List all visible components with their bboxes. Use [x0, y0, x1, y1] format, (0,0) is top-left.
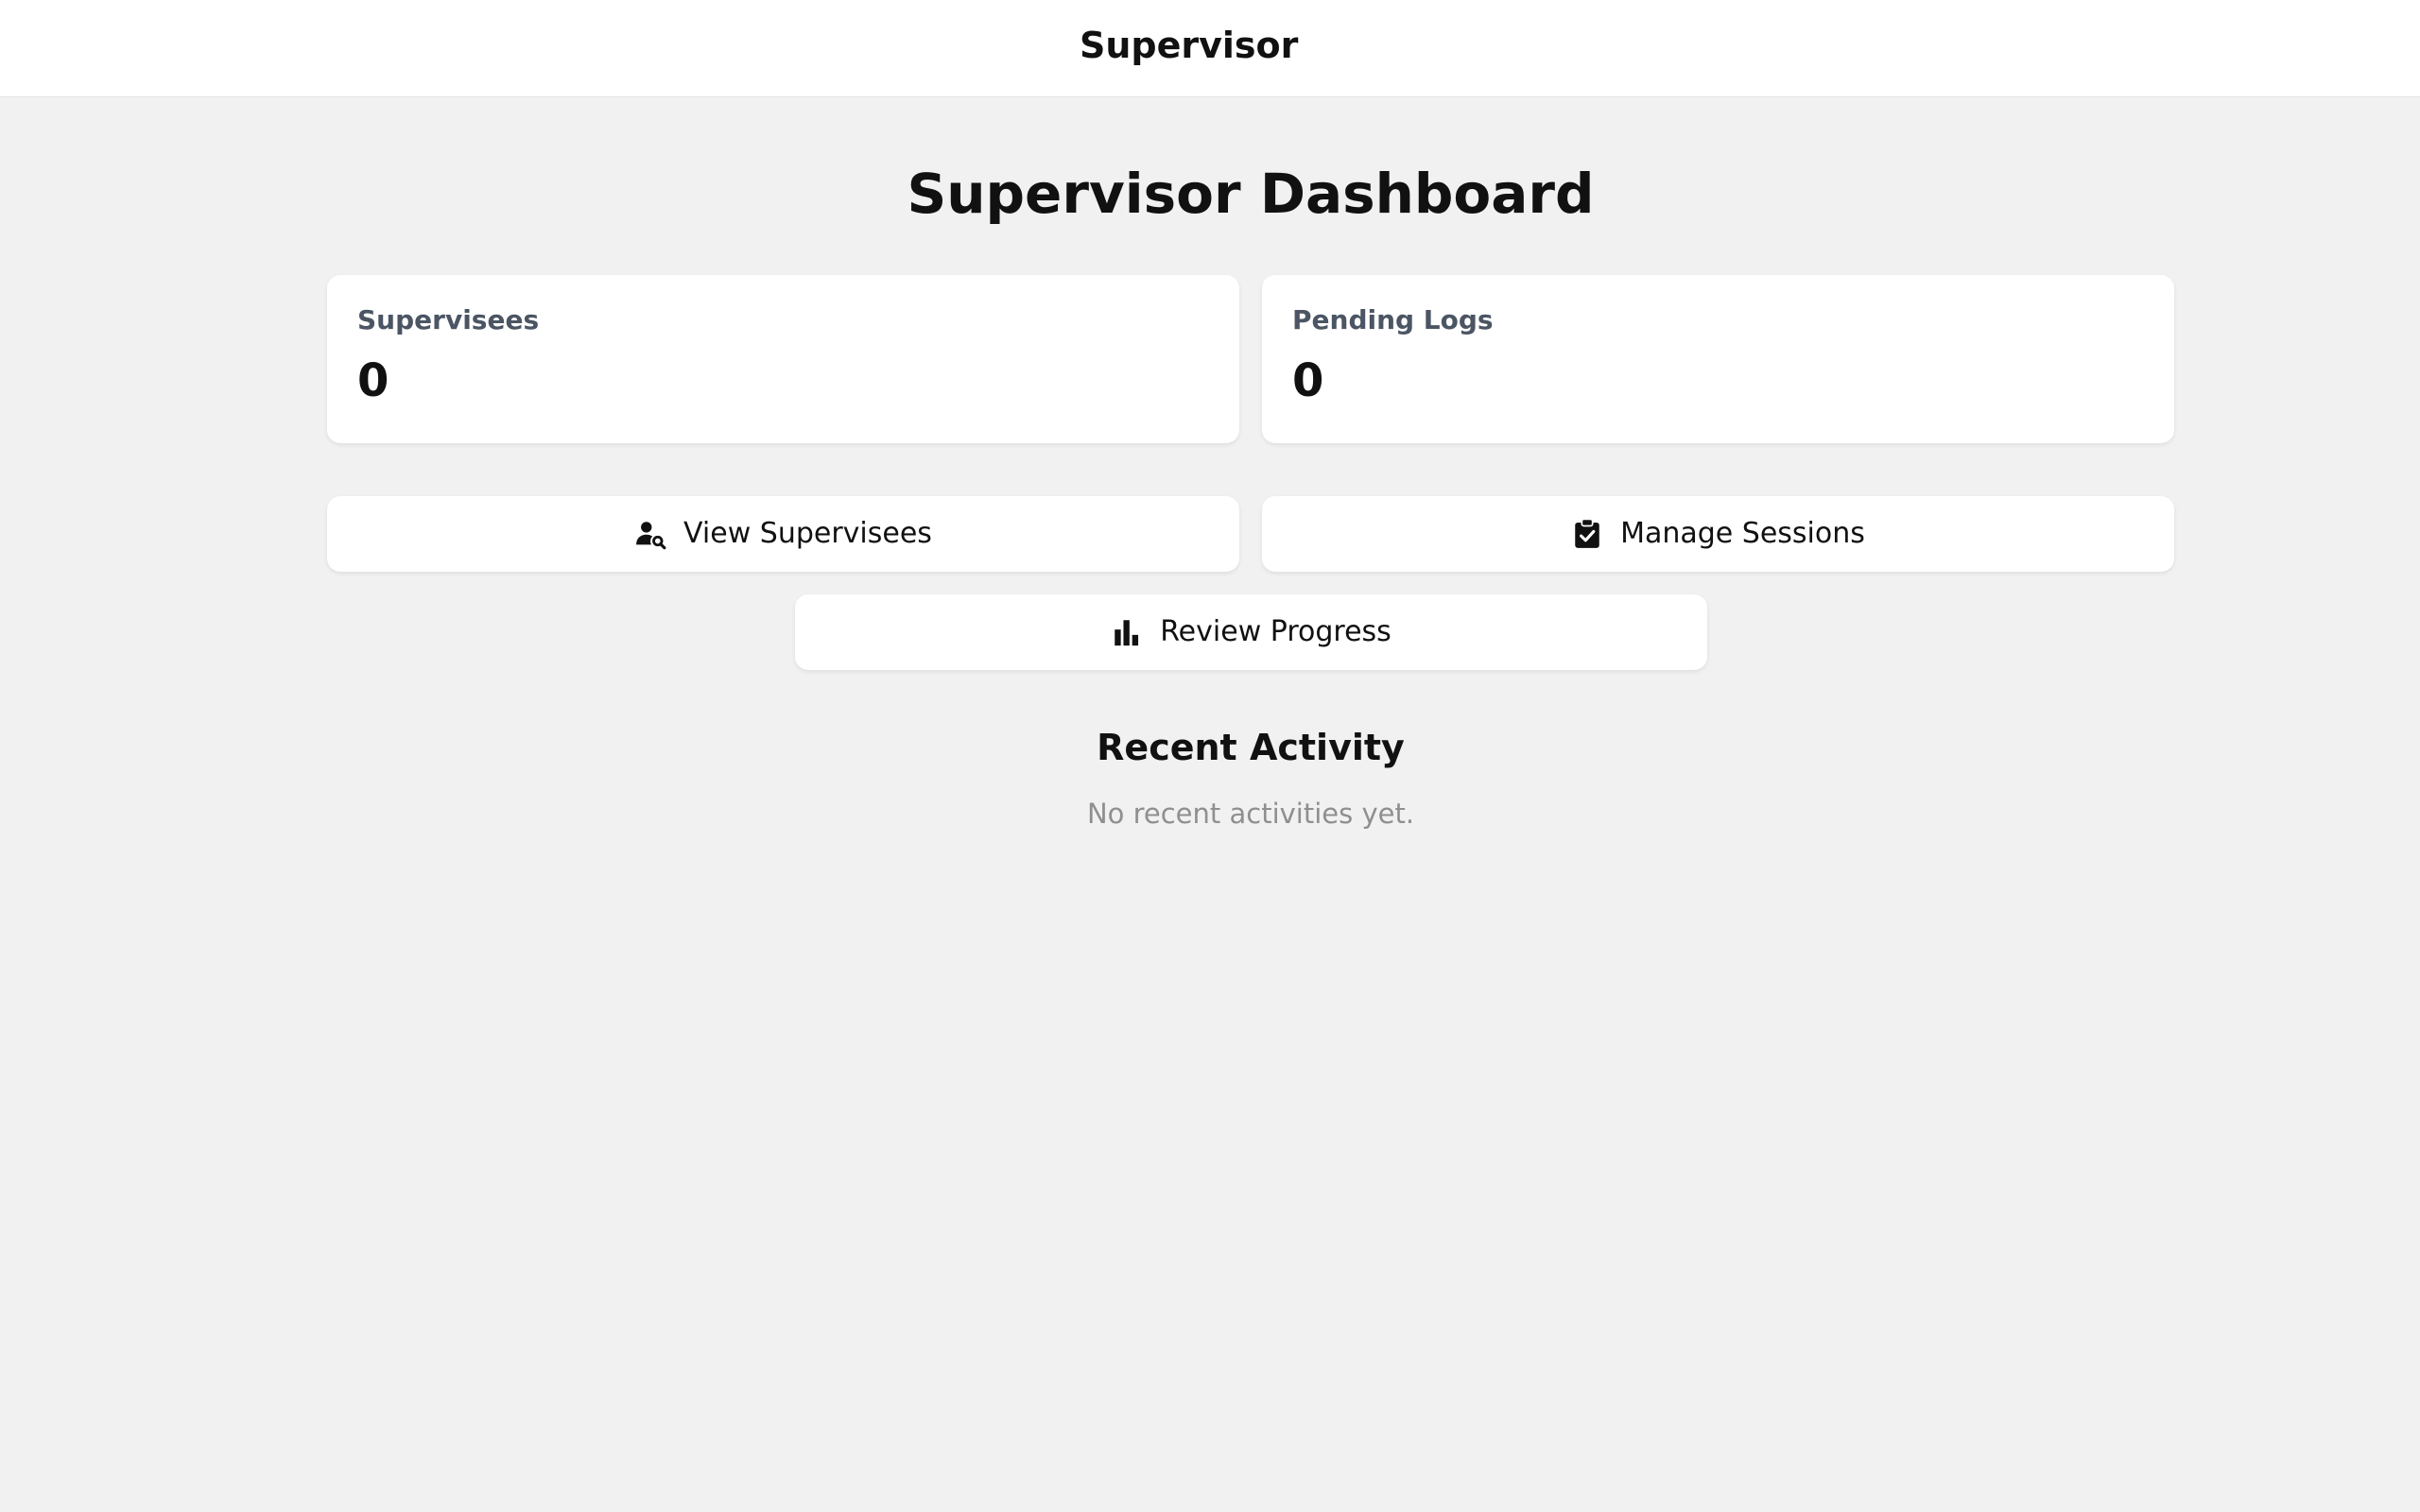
supervisees-stat-card: Supervisees 0	[327, 275, 1239, 443]
manage-sessions-button[interactable]: Manage Sessions	[1262, 496, 2174, 572]
manage-sessions-label: Manage Sessions	[1620, 517, 1865, 550]
app-title: Supervisor	[1080, 25, 1299, 66]
review-progress-button[interactable]: Review Progress	[795, 594, 1707, 670]
view-supervisees-button[interactable]: View Supervisees	[327, 496, 1239, 572]
top-bar: Supervisor	[0, 0, 2420, 97]
pending-logs-stat-label: Pending Logs	[1292, 304, 1494, 335]
view-supervisees-label: View Supervisees	[683, 517, 932, 550]
supervisees-stat-label: Supervisees	[357, 304, 540, 335]
pending-logs-stat-card: Pending Logs 0	[1262, 275, 2174, 443]
recent-activity-title: Recent Activity	[1097, 727, 1405, 768]
user-search-icon	[636, 522, 666, 550]
review-progress-label: Review Progress	[1160, 615, 1392, 648]
clipboard-check-icon	[1575, 518, 1599, 548]
recent-activity-empty-text: No recent activities yet.	[1086, 798, 1415, 830]
pending-logs-stat-value: 0	[1292, 354, 1324, 407]
supervisees-stat-value: 0	[357, 354, 389, 407]
page-title: Supervisor Dashboard	[907, 162, 1595, 226]
bar-chart-icon	[1115, 620, 1139, 646]
